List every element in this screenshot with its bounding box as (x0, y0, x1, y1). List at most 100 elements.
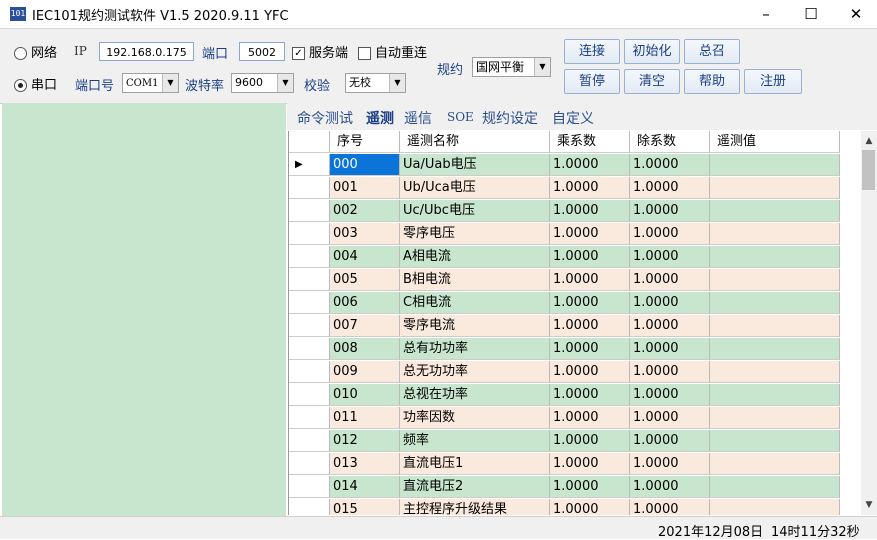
table-row[interactable]: 008 总有功功率 1.0000 1.0000 (289, 338, 862, 361)
row-header[interactable] (289, 407, 330, 429)
table-cell[interactable]: 总无功功率 (400, 361, 550, 383)
table-cell[interactable]: 1.0000 (550, 338, 630, 360)
table-cell[interactable]: 1.0000 (550, 154, 630, 176)
table-cell[interactable] (710, 177, 840, 199)
table-cell[interactable] (710, 223, 840, 245)
row-header[interactable] (289, 269, 330, 291)
table-cell[interactable] (710, 338, 840, 360)
table-row[interactable]: ▶ 000 Ua/Uab电压 1.0000 1.0000 (289, 154, 862, 177)
scroll-up-icon[interactable]: ▲ (861, 133, 877, 149)
table-cell[interactable]: 1.0000 (630, 292, 710, 314)
table-cell[interactable]: 1.0000 (550, 177, 630, 199)
table-cell[interactable]: 010 (330, 384, 400, 406)
table-cell[interactable]: 1.0000 (550, 200, 630, 222)
row-header[interactable] (289, 338, 330, 360)
clear-button[interactable]: 清空 (624, 69, 680, 94)
help-button[interactable]: 帮助 (684, 69, 740, 94)
table-cell[interactable] (710, 430, 840, 452)
table-row[interactable]: 014 直流电压2 1.0000 1.0000 (289, 476, 862, 499)
table-cell[interactable] (710, 384, 840, 406)
table-cell[interactable]: 009 (330, 361, 400, 383)
port-input[interactable]: 5002 (239, 42, 285, 61)
table-cell[interactable]: Uc/Ubc电压 (400, 200, 550, 222)
table-cell[interactable]: 总有功功率 (400, 338, 550, 360)
protocol-select[interactable]: 国网平衡 ▼ (472, 57, 551, 77)
table-cell[interactable]: 005 (330, 269, 400, 291)
table-cell[interactable]: 零序电流 (400, 315, 550, 337)
table-cell[interactable]: 1.0000 (550, 361, 630, 383)
close-button[interactable]: ✕ (833, 0, 877, 28)
table-cell[interactable] (710, 200, 840, 222)
row-header[interactable] (289, 246, 330, 268)
server-checkbox[interactable]: ✓ 服务端 (292, 42, 348, 61)
init-button[interactable]: 初始化 (624, 39, 680, 64)
pause-button[interactable]: 暂停 (564, 69, 620, 94)
table-cell[interactable] (710, 453, 840, 475)
network-radio[interactable]: 网络 (14, 42, 57, 61)
table-row[interactable]: 015 主控程序升级结果 1.0000 1.0000 (289, 499, 862, 515)
row-header[interactable] (289, 453, 330, 475)
table-cell[interactable]: 1.0000 (550, 223, 630, 245)
table-row[interactable]: 004 A相电流 1.0000 1.0000 (289, 246, 862, 269)
tab-soe[interactable]: SOE (447, 110, 474, 124)
connect-button[interactable]: 连接 (564, 39, 620, 64)
table-cell[interactable]: 006 (330, 292, 400, 314)
table-row[interactable]: 007 零序电流 1.0000 1.0000 (289, 315, 862, 338)
table-row[interactable]: 006 C相电流 1.0000 1.0000 (289, 292, 862, 315)
table-cell[interactable]: 1.0000 (550, 430, 630, 452)
row-header[interactable] (289, 315, 330, 337)
table-cell[interactable]: 1.0000 (630, 338, 710, 360)
column-header[interactable]: 遥测值 (710, 131, 840, 153)
table-cell[interactable]: 014 (330, 476, 400, 498)
table-cell[interactable] (710, 499, 840, 515)
table-cell[interactable]: 直流电压2 (400, 476, 550, 498)
table-cell[interactable]: 007 (330, 315, 400, 337)
column-header[interactable]: 除系数 (630, 131, 710, 153)
row-header[interactable] (289, 200, 330, 222)
table-cell[interactable]: Ua/Uab电压 (400, 154, 550, 176)
scroll-thumb[interactable] (862, 150, 875, 190)
tab-custom[interactable]: 自定义 (552, 108, 594, 128)
table-cell[interactable]: B相电流 (400, 269, 550, 291)
row-header[interactable] (289, 292, 330, 314)
table-cell[interactable]: 频率 (400, 430, 550, 452)
table-row[interactable]: 009 总无功功率 1.0000 1.0000 (289, 361, 862, 384)
general-call-button[interactable]: 总召 (684, 39, 740, 64)
table-row[interactable]: 003 零序电压 1.0000 1.0000 (289, 223, 862, 246)
table-cell[interactable] (710, 361, 840, 383)
table-cell[interactable]: 1.0000 (630, 384, 710, 406)
tab-telesignal[interactable]: 遥信 (404, 108, 432, 128)
tab-command-test[interactable]: 命令测试 (297, 108, 353, 128)
table-cell[interactable]: Ub/Uca电压 (400, 177, 550, 199)
row-header[interactable] (289, 499, 330, 515)
table-cell[interactable]: 1.0000 (550, 384, 630, 406)
table-row[interactable]: 013 直流电压1 1.0000 1.0000 (289, 453, 862, 476)
table-cell[interactable]: 1.0000 (630, 453, 710, 475)
serial-radio[interactable]: 串口 (14, 74, 57, 93)
register-button[interactable]: 注册 (744, 69, 802, 94)
vertical-scrollbar[interactable]: ▲ ▼ (861, 131, 877, 515)
column-header[interactable]: 乘系数 (550, 131, 630, 153)
row-header[interactable] (289, 384, 330, 406)
table-cell[interactable]: 1.0000 (630, 499, 710, 515)
minimize-button[interactable]: – (743, 0, 789, 28)
parity-select[interactable]: 无校 ▼ (345, 73, 406, 93)
table-row[interactable]: 011 功率因数 1.0000 1.0000 (289, 407, 862, 430)
table-cell[interactable] (710, 269, 840, 291)
table-cell[interactable]: 1.0000 (630, 177, 710, 199)
table-cell[interactable]: 1.0000 (550, 292, 630, 314)
column-header[interactable]: 遥测名称 (400, 131, 550, 153)
table-cell[interactable] (710, 154, 840, 176)
table-cell[interactable]: 1.0000 (550, 269, 630, 291)
table-row[interactable]: 010 总视在功率 1.0000 1.0000 (289, 384, 862, 407)
table-cell[interactable]: A相电流 (400, 246, 550, 268)
table-cell[interactable]: 总视在功率 (400, 384, 550, 406)
ip-input[interactable]: 192.168.0.175 (99, 42, 194, 61)
table-cell[interactable]: 013 (330, 453, 400, 475)
table-cell[interactable]: 001 (330, 177, 400, 199)
row-header[interactable] (289, 476, 330, 498)
scroll-down-icon[interactable]: ▼ (861, 497, 877, 513)
table-cell[interactable]: 1.0000 (630, 246, 710, 268)
table-cell[interactable]: 000 (330, 154, 400, 176)
baud-select[interactable]: 9600 ▼ (231, 73, 294, 93)
